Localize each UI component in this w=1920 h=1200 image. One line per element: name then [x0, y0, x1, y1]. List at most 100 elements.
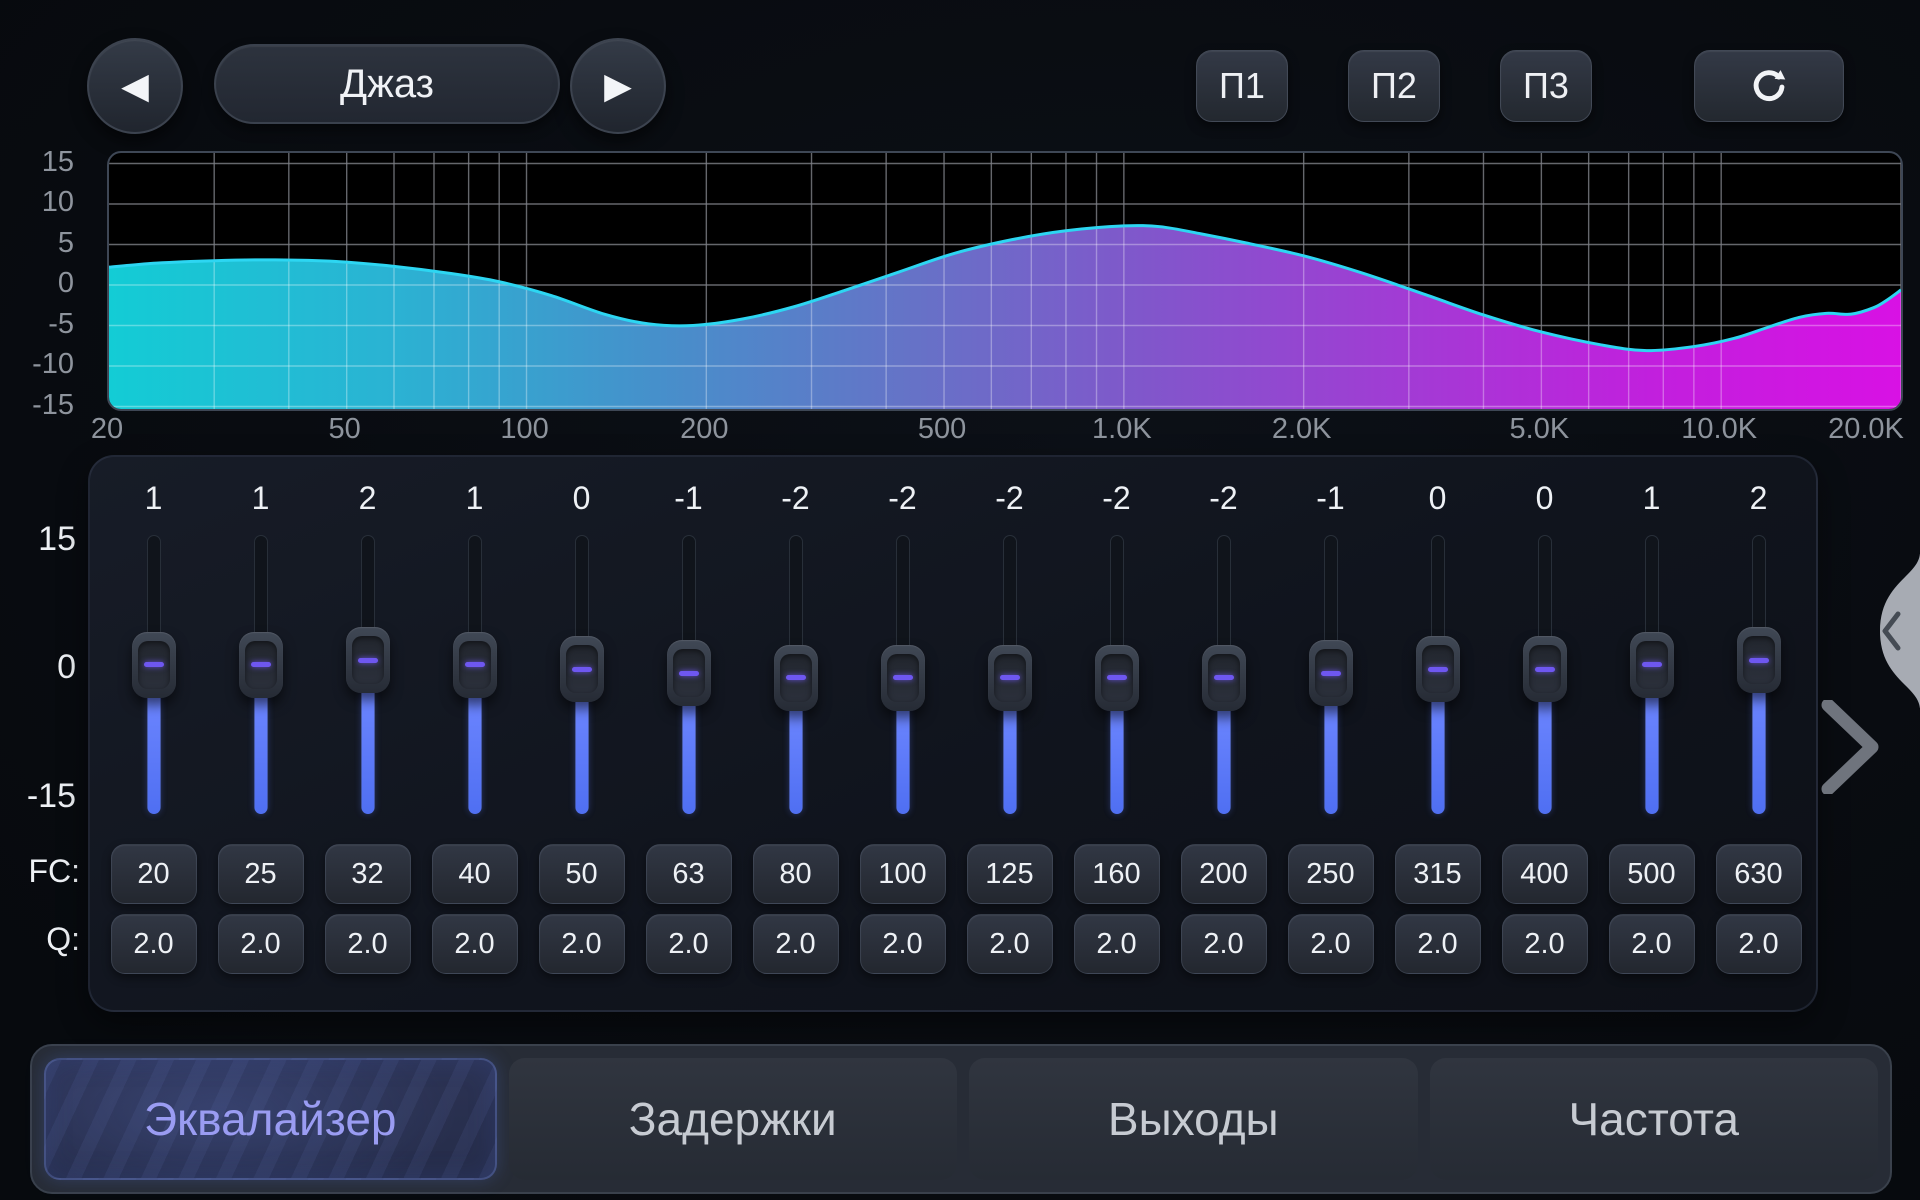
fc-value-button[interactable]: 32 — [325, 844, 411, 904]
band-fc-cell: 50 — [528, 844, 635, 904]
fc-value-button[interactable]: 400 — [1502, 844, 1588, 904]
fc-value-button[interactable]: 125 — [967, 844, 1053, 904]
band-q-cell: 2.0 — [528, 914, 635, 974]
band-q-cell: 2.0 — [207, 914, 314, 974]
tab-frequency[interactable]: Частота — [1430, 1058, 1879, 1180]
tab-delays[interactable]: Задержки — [509, 1058, 958, 1180]
band-slider[interactable] — [1598, 519, 1705, 832]
reset-button[interactable] — [1694, 50, 1844, 122]
slider-thumb[interactable] — [1737, 627, 1781, 693]
next-bands-button[interactable] — [1820, 700, 1880, 794]
band-slider[interactable] — [1491, 519, 1598, 832]
band-slider[interactable] — [421, 519, 528, 832]
band-q-cell: 2.0 — [742, 914, 849, 974]
fc-value-button[interactable]: 160 — [1074, 844, 1160, 904]
fc-value-button[interactable]: 25 — [218, 844, 304, 904]
prev-preset-button[interactable]: ◀ — [87, 38, 183, 134]
slider-thumb[interactable] — [560, 636, 604, 702]
q-value-button[interactable]: 2.0 — [325, 914, 411, 974]
band-slider[interactable] — [1384, 519, 1491, 832]
fc-value-button[interactable]: 80 — [753, 844, 839, 904]
slider-thumb[interactable] — [346, 627, 390, 693]
q-value-button[interactable]: 2.0 — [1502, 914, 1588, 974]
fc-value-button[interactable]: 630 — [1716, 844, 1802, 904]
q-value-button[interactable]: 2.0 — [1181, 914, 1267, 974]
q-value-button[interactable]: 2.0 — [753, 914, 839, 974]
slider-thumb[interactable] — [1202, 645, 1246, 711]
preset-memory-button-1[interactable]: П1 — [1196, 50, 1288, 122]
band-slider[interactable] — [1277, 519, 1384, 832]
slider-thumb-dash — [144, 662, 164, 667]
slider-thumb[interactable] — [132, 632, 176, 698]
band-slider[interactable] — [742, 519, 849, 832]
band-slider[interactable] — [1170, 519, 1277, 832]
tab-outputs[interactable]: Выходы — [969, 1058, 1418, 1180]
side-drawer-handle[interactable] — [1864, 554, 1920, 708]
slider-fill — [1752, 686, 1765, 814]
band-gain-cell: -2 — [1063, 477, 1170, 519]
q-value-button[interactable]: 2.0 — [1288, 914, 1374, 974]
q-value-button[interactable]: 2.0 — [1716, 914, 1802, 974]
band-gain-cell: -2 — [1170, 477, 1277, 519]
band-gain-value: 0 — [1536, 480, 1554, 517]
fc-value-button[interactable]: 250 — [1288, 844, 1374, 904]
slider-thumb[interactable] — [667, 640, 711, 706]
band-slider[interactable] — [849, 519, 956, 832]
slider-thumb[interactable] — [1630, 632, 1674, 698]
fc-value-button[interactable]: 20 — [111, 844, 197, 904]
fc-value-button[interactable]: 50 — [539, 844, 625, 904]
fc-value-button[interactable]: 315 — [1395, 844, 1481, 904]
q-value-button[interactable]: 2.0 — [1395, 914, 1481, 974]
y-axis-tick-label: 10 — [0, 186, 74, 218]
band-slider[interactable] — [635, 519, 742, 832]
band-slider[interactable] — [100, 519, 207, 832]
slider-thumb-dash — [1321, 671, 1341, 676]
slider-thumb-dash — [572, 667, 592, 672]
slider-thumb[interactable] — [1416, 636, 1460, 702]
slider-thumb[interactable] — [881, 645, 925, 711]
q-value-button[interactable]: 2.0 — [967, 914, 1053, 974]
band-gain-cell: 0 — [1384, 477, 1491, 519]
preset-memory-button-2[interactable]: П2 — [1348, 50, 1440, 122]
slider-thumb[interactable] — [1309, 640, 1353, 706]
next-preset-button[interactable]: ▶ — [570, 38, 666, 134]
fc-value-button[interactable]: 63 — [646, 844, 732, 904]
slider-thumb-inner — [1422, 645, 1454, 693]
q-value-button[interactable]: 2.0 — [218, 914, 304, 974]
preset-selector[interactable]: Джаз — [214, 44, 560, 124]
slider-fill — [1003, 704, 1016, 814]
fc-value-button[interactable]: 200 — [1181, 844, 1267, 904]
q-value-button[interactable]: 2.0 — [1074, 914, 1160, 974]
band-slider[interactable] — [1063, 519, 1170, 832]
slider-fill — [361, 686, 374, 814]
slider-thumb[interactable] — [453, 632, 497, 698]
slider-thumb[interactable] — [1095, 645, 1139, 711]
band-slider[interactable] — [956, 519, 1063, 832]
tab-equalizer[interactable]: Эквалайзер — [44, 1058, 497, 1180]
q-value-button[interactable]: 2.0 — [860, 914, 946, 974]
y-axis-tick-label: 5 — [0, 227, 74, 259]
band-gain-value: 1 — [466, 480, 484, 517]
slider-fill — [896, 704, 909, 814]
q-value-button[interactable]: 2.0 — [111, 914, 197, 974]
preset-memory-button-3[interactable]: П3 — [1500, 50, 1592, 122]
slider-thumb[interactable] — [239, 632, 283, 698]
q-value-button[interactable]: 2.0 — [1609, 914, 1695, 974]
q-value-button[interactable]: 2.0 — [432, 914, 518, 974]
fc-value-button[interactable]: 100 — [860, 844, 946, 904]
band-slider[interactable] — [207, 519, 314, 832]
band-gain-cell: 0 — [528, 477, 635, 519]
slider-thumb-dash — [251, 662, 271, 667]
slider-thumb-inner — [352, 636, 384, 684]
band-slider[interactable] — [314, 519, 421, 832]
slider-thumb[interactable] — [988, 645, 1032, 711]
slider-thumb[interactable] — [774, 645, 818, 711]
fc-value-button[interactable]: 500 — [1609, 844, 1695, 904]
slider-thumb[interactable] — [1523, 636, 1567, 702]
band-slider[interactable] — [1705, 519, 1812, 832]
fc-value-button[interactable]: 40 — [432, 844, 518, 904]
band-gain-value: 1 — [252, 480, 270, 517]
q-value-button[interactable]: 2.0 — [646, 914, 732, 974]
band-slider[interactable] — [528, 519, 635, 832]
q-value-button[interactable]: 2.0 — [539, 914, 625, 974]
